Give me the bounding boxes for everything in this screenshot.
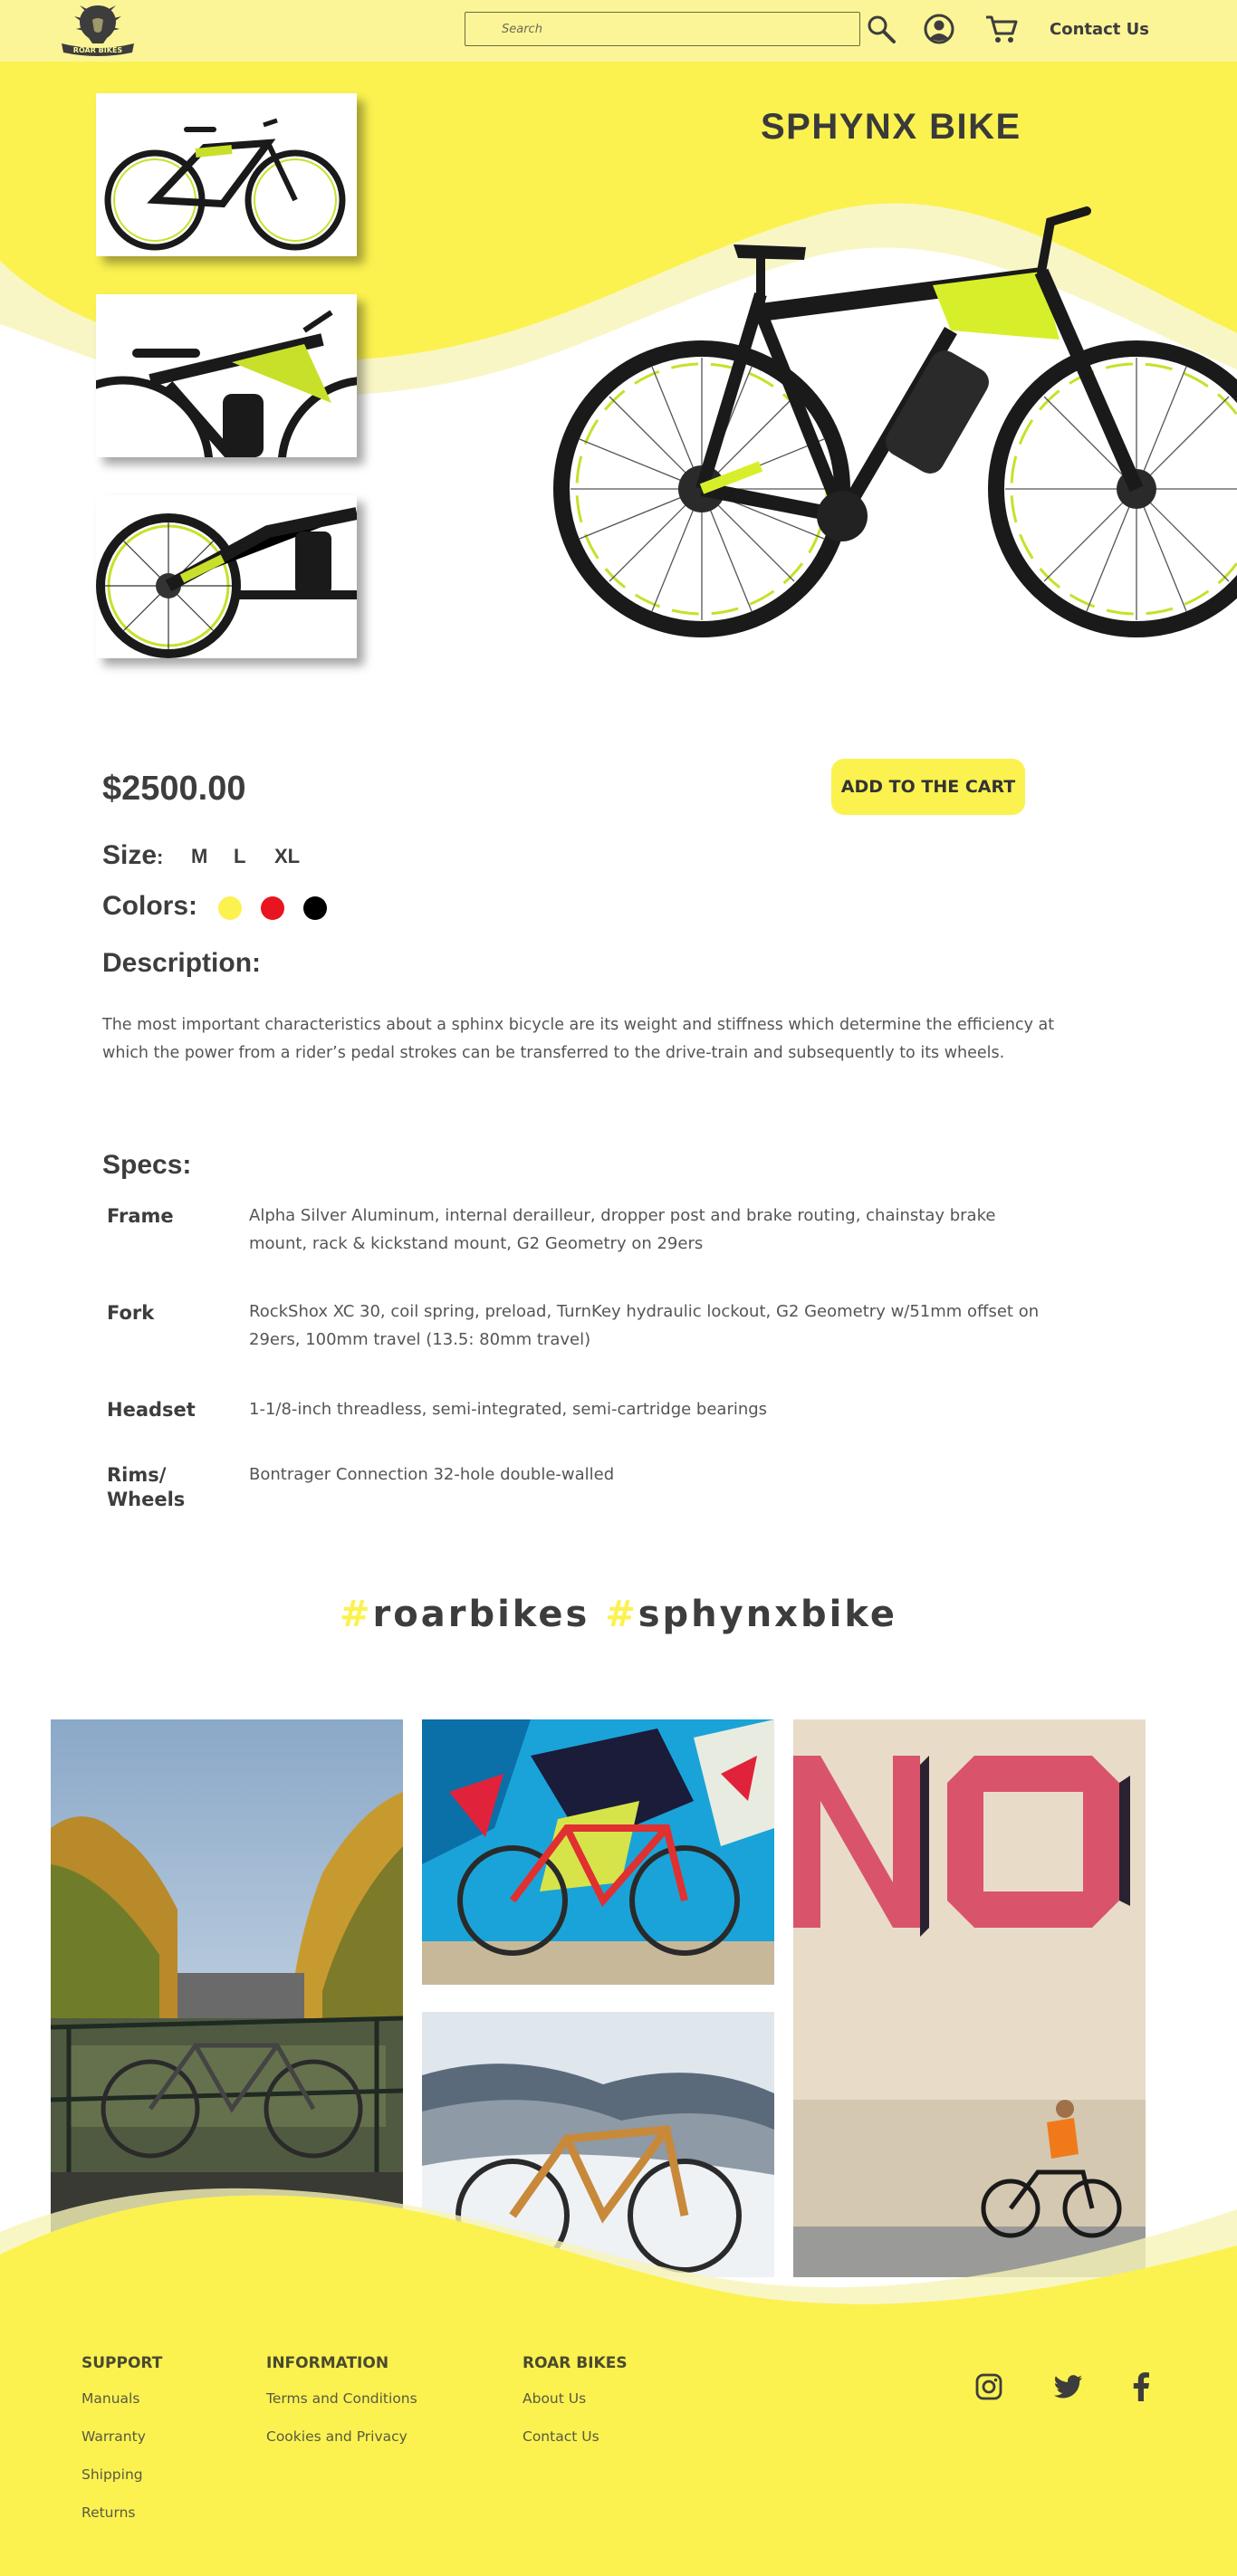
color-swatch-red[interactable]	[261, 896, 284, 920]
color-swatch-black[interactable]	[303, 896, 327, 920]
footer-heading-information: INFORMATION	[266, 2354, 389, 2372]
footer-heading-support: SUPPORT	[82, 2354, 163, 2372]
size-label: Size:	[102, 840, 163, 871]
spec-value-frame: Alpha Silver Aluminum, internal deraille…	[249, 1206, 996, 1253]
size-option-m[interactable]: M	[191, 845, 207, 868]
footer-link-returns[interactable]: Returns	[82, 2504, 136, 2521]
spec-value-fork: RockShox XC 30, coil spring, preload, Tu…	[249, 1302, 1040, 1349]
product-thumbnail-2[interactable]	[96, 294, 357, 457]
search-input[interactable]	[465, 13, 859, 45]
description-text: The most important characteristics about…	[102, 1016, 1055, 1062]
hashtag-sphynxbike[interactable]: sphynxbike	[638, 1594, 897, 1635]
footer-heading-roar-bikes: ROAR BIKES	[523, 2354, 628, 2372]
spec-value-rims-wheels: Bontrager Connection 32-hole double-wall…	[249, 1465, 615, 1484]
add-to-cart-button[interactable]: ADD TO THE CART	[831, 759, 1025, 815]
footer-link-about-us[interactable]: About Us	[523, 2390, 586, 2407]
footer-link-shipping[interactable]: Shipping	[82, 2466, 143, 2483]
footer-link-cookies[interactable]: Cookies and Privacy	[266, 2428, 408, 2445]
spec-value-headset: 1-1/8-inch threadless, semi-integrated, …	[249, 1400, 768, 1419]
spec-name-frame: Frame	[107, 1205, 174, 1227]
search-box[interactable]	[465, 12, 860, 46]
size-option-xl[interactable]: XL	[274, 845, 300, 868]
logo-text: ROAR BIKES	[73, 46, 123, 54]
spec-name-headset: Headset	[107, 1399, 196, 1421]
site-header: ROAR BIKES Contact Us	[0, 0, 1237, 62]
color-swatch-yellow[interactable]	[218, 896, 242, 920]
specs-label: Specs:	[102, 1150, 192, 1180]
hash-symbol: #	[340, 1594, 373, 1635]
description-label: Description:	[102, 948, 262, 978]
product-price: $2500.00	[102, 770, 246, 808]
spec-name-rims-wheels: Rims/ Wheels	[107, 1464, 186, 1510]
twitter-icon[interactable]	[1052, 2370, 1085, 2403]
hashtags-heading: #roarbikes #sphynxbike	[0, 1594, 1237, 1635]
spec-name-fork: Fork	[107, 1302, 155, 1324]
product-thumbnail-1[interactable]	[96, 93, 357, 256]
footer-link-contact-us[interactable]: Contact Us	[523, 2428, 599, 2445]
hashtag-roarbikes[interactable]: roarbikes	[373, 1594, 590, 1635]
colors-label: Colors:	[102, 891, 197, 921]
size-label-colon: :	[157, 846, 164, 868]
gallery-photo-graffiti[interactable]	[422, 1719, 774, 1985]
footer-link-warranty[interactable]: Warranty	[82, 2428, 146, 2445]
size-option-l[interactable]: L	[234, 845, 245, 868]
cart-icon[interactable]	[984, 12, 1019, 46]
instagram-icon[interactable]	[973, 2370, 1005, 2403]
roar-bikes-logo[interactable]: ROAR BIKES	[53, 2, 143, 58]
product-thumbnail-3[interactable]	[96, 495, 357, 658]
footer-link-terms[interactable]: Terms and Conditions	[266, 2390, 417, 2407]
size-label-text: Size	[102, 840, 158, 870]
hash-symbol: #	[605, 1594, 638, 1635]
user-icon[interactable]	[922, 12, 956, 46]
search-icon[interactable]	[864, 12, 898, 46]
main-product-image	[534, 195, 1237, 666]
product-title: SPHYNX BIKE	[761, 107, 1021, 147]
facebook-icon[interactable]	[1125, 2370, 1157, 2403]
contact-us-link[interactable]: Contact Us	[1050, 20, 1149, 39]
footer-link-manuals[interactable]: Manuals	[82, 2390, 139, 2407]
